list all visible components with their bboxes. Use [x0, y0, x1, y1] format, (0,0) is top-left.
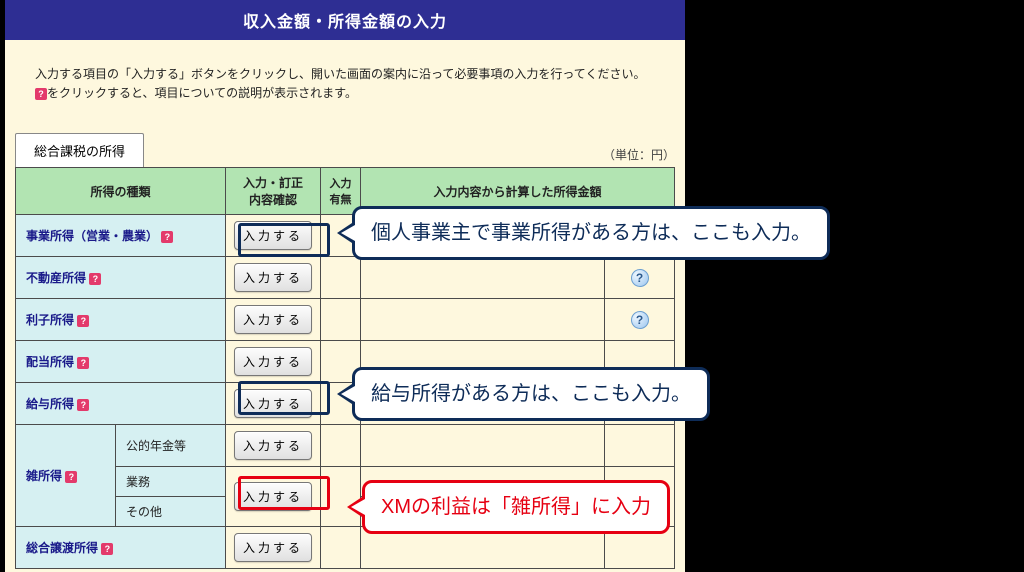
row-interest-income: 利子所得	[26, 313, 74, 327]
instruction-block: 入力する項目の「入力する」ボタンをクリックし、開いた画面の案内に沿って必要事項の…	[5, 40, 685, 113]
callout-business: 個人事業主で事業所得がある方は、ここも入力。	[352, 206, 830, 260]
row-pension: 公的年金等	[116, 425, 226, 467]
page-title: 収入金額・所得金額の入力	[5, 0, 685, 40]
help-icon[interactable]: ?	[77, 315, 89, 327]
unit-label: （単位：円）	[603, 146, 675, 167]
callout-text: 個人事業主で事業所得がある方は、ここも入力。	[371, 222, 811, 244]
callout-text: XMの利益は「雑所得」に入力	[381, 496, 651, 518]
input-button[interactable]: 入力する	[234, 305, 312, 334]
row-business-misc: 業務	[116, 467, 226, 497]
help-icon[interactable]: ?	[161, 231, 173, 243]
table-row: 不動産所得 ? 入力する ?	[16, 257, 675, 299]
row-business-income: 事業所得（営業・農業）	[26, 229, 158, 243]
help-icon[interactable]: ?	[89, 273, 101, 285]
tab-comprehensive-tax[interactable]: 総合課税の所得	[15, 133, 144, 167]
table-row: 利子所得 ? 入力する ?	[16, 299, 675, 341]
help-icon[interactable]: ?	[77, 399, 89, 411]
help-icon[interactable]: ?	[101, 543, 113, 555]
row-transfer-income: 総合譲渡所得	[26, 541, 98, 555]
input-button[interactable]: 入力する	[234, 347, 312, 376]
input-button[interactable]: 入力する	[234, 221, 312, 250]
instruction-line-2: をクリックすると、項目についての説明が表示されます。	[47, 86, 357, 100]
table-row: 雑所得 ? 公的年金等 入力する	[16, 425, 675, 467]
row-misc-income: 雑所得	[26, 469, 62, 483]
row-dividend-income: 配当所得	[26, 355, 74, 369]
help-icon[interactable]: ?	[65, 471, 77, 483]
th-income-type: 所得の種類	[16, 168, 226, 215]
input-button[interactable]: 入力する	[234, 389, 312, 418]
tab-row: 総合課税の所得 （単位：円）	[5, 113, 685, 167]
input-button[interactable]: 入力する	[234, 482, 312, 511]
help-icon[interactable]: ?	[77, 357, 89, 369]
question-icon[interactable]: ?	[631, 311, 649, 329]
callout-salary: 給与所得がある方は、ここも入力。	[352, 367, 710, 421]
help-icon: ?	[35, 88, 47, 100]
th-input-confirm: 入力・訂正 内容確認	[226, 168, 321, 215]
row-real-estate-income: 不動産所得	[26, 271, 86, 285]
input-button[interactable]: 入力する	[234, 431, 312, 460]
input-button[interactable]: 入力する	[234, 533, 312, 562]
callout-text: 給与所得がある方は、ここも入力。	[371, 383, 691, 405]
question-icon[interactable]: ?	[631, 269, 649, 287]
callout-misc: XMの利益は「雑所得」に入力	[362, 480, 670, 534]
input-button[interactable]: 入力する	[234, 263, 312, 292]
instruction-line-1: 入力する項目の「入力する」ボタンをクリックし、開いた画面の案内に沿って必要事項の…	[35, 67, 645, 81]
row-other-misc: その他	[116, 497, 226, 527]
row-salary-income: 給与所得	[26, 397, 74, 411]
